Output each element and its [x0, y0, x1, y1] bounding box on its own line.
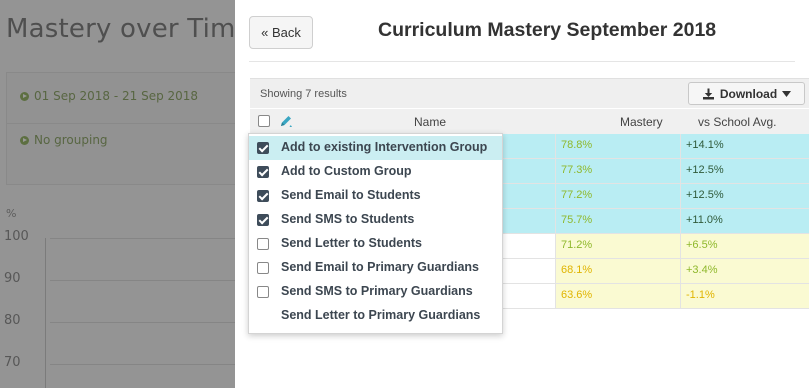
- modal-title: Curriculum Mastery September 2018: [378, 19, 717, 41]
- vs-school-cell: +3.4%: [680, 259, 809, 283]
- results-toolbar: Showing 7 results Download: [250, 78, 809, 108]
- filter-panel: 01 Sep 2018 - 21 Sep 2018 No grouping: [6, 72, 235, 185]
- row-checkbox[interactable]: [257, 142, 269, 154]
- menu-item[interactable]: Send Email to Primary Guardians: [249, 256, 502, 280]
- gridline: [50, 322, 235, 323]
- column-header-vs-school[interactable]: vs School Avg.: [698, 115, 777, 129]
- mastery-cell: 77.3%: [555, 159, 680, 183]
- y-tick-label: 80: [4, 313, 21, 328]
- gridline: [50, 280, 235, 281]
- row-checkbox[interactable]: [257, 238, 269, 250]
- mastery-cell: 75.7%: [555, 209, 680, 233]
- menu-item-label: Send SMS to Students: [281, 212, 415, 226]
- grouping-filter[interactable]: No grouping: [20, 133, 108, 147]
- row-checkbox[interactable]: [257, 286, 269, 298]
- download-label: Download: [719, 86, 778, 101]
- menu-item-label: Add to Custom Group: [281, 164, 412, 178]
- vs-school-cell: +14.1%: [680, 134, 809, 158]
- date-filter-label: 01 Sep 2018 - 21 Sep 2018: [34, 89, 199, 103]
- background-page-title: Mastery over Tim: [6, 14, 235, 44]
- row-checkbox[interactable]: [257, 166, 269, 178]
- y-axis-line: [45, 238, 46, 388]
- date-filter[interactable]: 01 Sep 2018 - 21 Sep 2018: [20, 89, 198, 103]
- menu-item-label: Send SMS to Primary Guardians: [281, 284, 473, 298]
- mastery-cell: 71.2%: [555, 234, 680, 258]
- play-circle-icon: [20, 135, 29, 145]
- play-circle-icon: [20, 91, 29, 101]
- filter-divider: [7, 123, 235, 124]
- y-axis-unit: %: [6, 207, 17, 220]
- download-icon: [702, 88, 714, 99]
- menu-item[interactable]: Send Email to Students: [249, 184, 502, 208]
- row-checkbox[interactable]: [257, 262, 269, 274]
- vs-school-cell: -1.1%: [680, 284, 809, 308]
- table-header: Name Mastery vs School Avg.: [250, 109, 809, 135]
- gridline: [50, 364, 235, 365]
- column-header-name[interactable]: Name: [414, 115, 446, 129]
- grouping-filter-label: No grouping: [34, 133, 108, 147]
- back-button[interactable]: « Back: [249, 16, 313, 49]
- menu-item-label: Send Letter to Students: [281, 236, 422, 250]
- menu-item-label: Add to existing Intervention Group: [281, 140, 488, 154]
- vs-school-cell: +11.0%: [680, 209, 809, 233]
- title-divider: [249, 61, 795, 62]
- vs-school-cell: +12.5%: [680, 184, 809, 208]
- menu-item[interactable]: Add to existing Intervention Group: [249, 136, 502, 160]
- bulk-action-menu: Add to existing Intervention Group Add to…: [248, 133, 503, 334]
- menu-item[interactable]: Send SMS to Primary Guardians: [249, 280, 502, 304]
- download-button[interactable]: Download: [688, 82, 805, 105]
- mastery-cell: 68.1%: [555, 259, 680, 283]
- background-page: Mastery over Tim 01 Sep 2018 - 21 Sep 20…: [0, 0, 235, 388]
- menu-item[interactable]: Send Letter to Primary Guardians: [249, 304, 502, 328]
- menu-item[interactable]: Add to Custom Group: [249, 160, 502, 184]
- mastery-cell: 63.6%: [555, 284, 680, 308]
- caret-down-icon: [782, 90, 792, 97]
- pencil-icon[interactable]: [279, 114, 293, 128]
- vs-school-cell: +12.5%: [680, 159, 809, 183]
- y-tick-label: 100: [4, 229, 29, 244]
- mastery-cell: 78.8%: [555, 134, 680, 158]
- gridline: [50, 238, 235, 239]
- vs-school-cell: +6.5%: [680, 234, 809, 258]
- menu-item-label: Send Letter to Primary Guardians: [281, 308, 481, 322]
- y-tick-label: 70: [4, 355, 21, 370]
- menu-item-label: Send Email to Students: [281, 188, 421, 202]
- menu-item[interactable]: Send SMS to Students: [249, 208, 502, 232]
- select-all-checkbox[interactable]: [258, 115, 270, 127]
- row-checkbox[interactable]: [257, 214, 269, 226]
- menu-item[interactable]: Send Letter to Students: [249, 232, 502, 256]
- results-count: Showing 7 results: [260, 88, 347, 100]
- y-tick-label: 90: [4, 271, 21, 286]
- column-header-mastery[interactable]: Mastery: [620, 115, 663, 129]
- row-checkbox[interactable]: [257, 190, 269, 202]
- mastery-cell: 77.2%: [555, 184, 680, 208]
- menu-item-label: Send Email to Primary Guardians: [281, 260, 479, 274]
